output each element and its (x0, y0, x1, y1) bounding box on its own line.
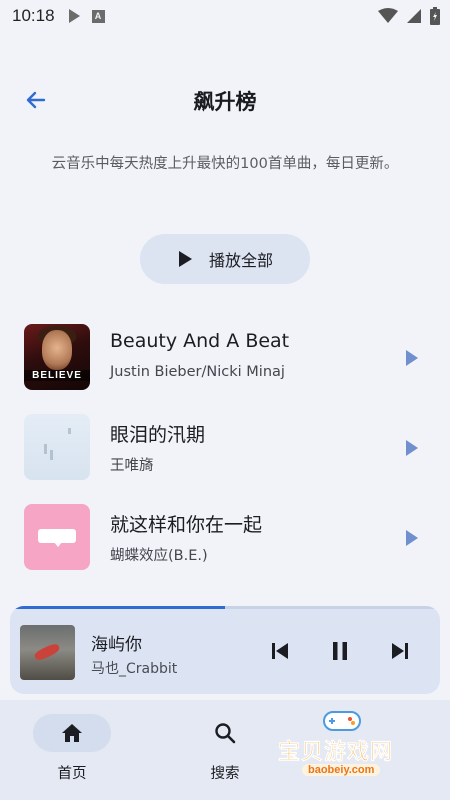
status-bar: 10:18 A (0, 0, 450, 32)
skip-previous-icon[interactable] (269, 640, 291, 662)
song-row[interactable]: 就这样和你在一起 蝴蝶效应(B.E.) (0, 502, 450, 570)
page-title: 飙升榜 (193, 90, 257, 114)
pause-icon[interactable] (329, 640, 351, 662)
song-row[interactable]: 眼泪的汛期 王唯旖 (0, 412, 450, 480)
signal-icon (407, 9, 421, 23)
song-artist: Justin Bieber/Nicki Minaj (110, 364, 285, 380)
watermark-url: baobeiy.com (302, 764, 381, 776)
play-all-button[interactable]: 播放全部 (140, 234, 310, 284)
song-title: 就这样和你在一起 (110, 514, 263, 536)
app-notification-icon: A (91, 9, 105, 23)
album-cover (24, 414, 90, 480)
home-icon (62, 724, 82, 742)
progress-bar (10, 606, 225, 609)
wifi-icon (378, 8, 398, 23)
playlist-description: 云音乐中每天热度上升最快的100首单曲，每日更新。 (51, 156, 399, 172)
play-song-icon[interactable] (406, 440, 418, 456)
song-title: Beauty And A Beat (110, 330, 290, 352)
battery-icon (430, 7, 440, 25)
album-cover (24, 504, 90, 570)
top-bar: 飙升榜 (0, 78, 450, 122)
play-all-label: 播放全部 (208, 251, 273, 270)
play-song-icon[interactable] (406, 530, 418, 546)
nav-item-home[interactable]: 首页 (32, 714, 112, 783)
nav-label-home: 首页 (57, 766, 87, 782)
song-title: 眼泪的汛期 (110, 424, 206, 446)
play-song-icon[interactable] (406, 350, 418, 366)
status-time: 10:18 (12, 6, 55, 25)
song-artist: 王唯旖 (110, 458, 154, 474)
nav-label-search: 搜索 (210, 766, 240, 782)
skip-next-icon[interactable] (389, 640, 411, 662)
nav-item-search[interactable]: 搜索 (185, 714, 265, 783)
song-artist: 蝴蝶效应(B.E.) (110, 548, 208, 564)
song-row[interactable]: BELIEVE Beauty And A Beat Justin Bieber/… (0, 322, 450, 390)
nav-indicator (33, 714, 111, 752)
now-playing-cover (20, 625, 75, 680)
media-notification-icon (68, 9, 80, 23)
mini-player[interactable]: 海屿你 马也_Crabbit (10, 606, 440, 694)
watermark-text: 宝贝游戏网 (278, 740, 394, 766)
now-playing-title: 海屿你 (91, 635, 142, 655)
album-cover-text: BELIEVE (24, 370, 90, 381)
search-icon (215, 723, 236, 744)
gamepad-icon (323, 711, 361, 731)
nav-indicator (186, 714, 264, 752)
now-playing-artist: 马也_Crabbit (91, 661, 178, 677)
album-cover: BELIEVE (24, 324, 90, 390)
play-icon (178, 251, 192, 267)
watermark: 宝贝游戏网 baobeiy.com (276, 706, 426, 786)
